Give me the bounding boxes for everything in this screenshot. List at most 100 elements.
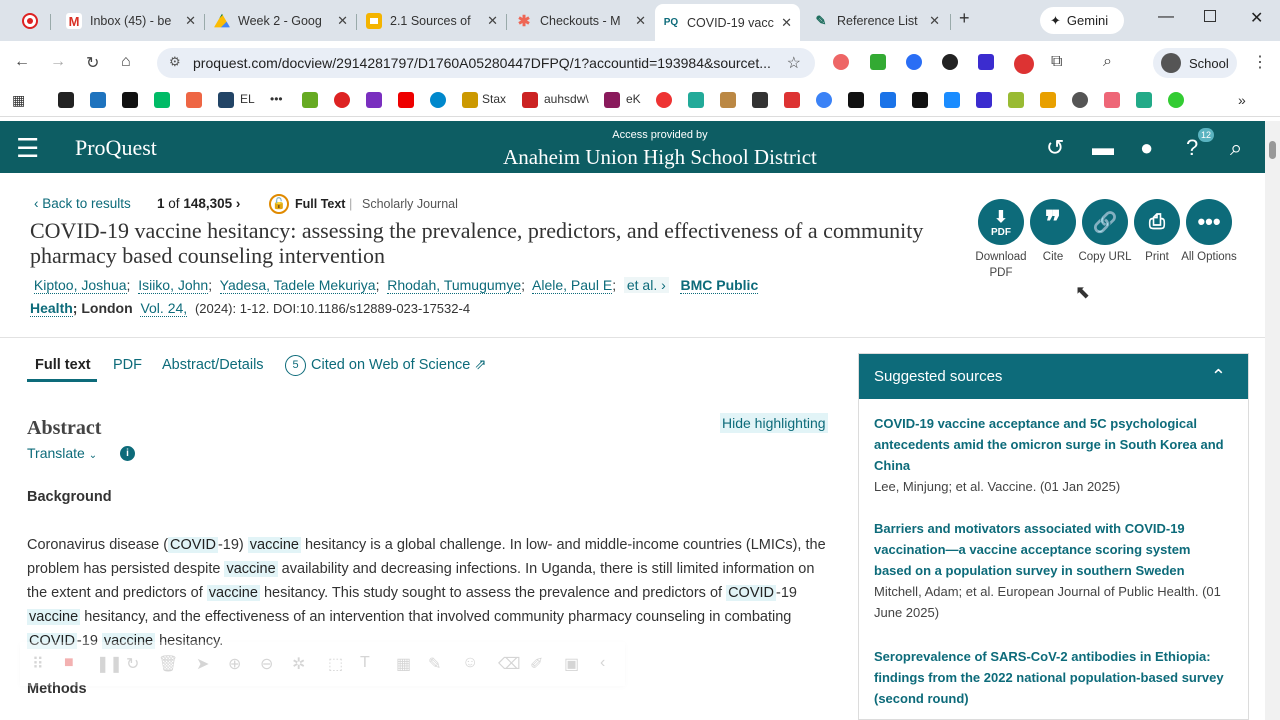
bookmark-icon[interactable] bbox=[688, 92, 704, 108]
bookmark-icon[interactable] bbox=[1008, 92, 1024, 108]
bookmark-icon[interactable] bbox=[880, 92, 896, 108]
extension-icon[interactable] bbox=[870, 54, 886, 70]
forward-icon[interactable]: → bbox=[50, 53, 66, 71]
reload-icon[interactable]: ↻ bbox=[86, 53, 99, 73]
author-link[interactable]: Isiiko, John bbox=[138, 277, 209, 294]
download-pdf-button[interactable]: ⬇ PDF bbox=[978, 199, 1024, 245]
et-al-link[interactable]: et al. › bbox=[623, 277, 669, 293]
tab-recording[interactable] bbox=[14, 6, 50, 36]
tab-inbox[interactable]: M Inbox (45) - be ✕ bbox=[58, 6, 204, 36]
pointer-icon[interactable]: ➤ bbox=[196, 654, 209, 674]
tab-abstract-details[interactable]: Abstract/Details bbox=[162, 357, 264, 373]
close-tab-icon[interactable]: ✕ bbox=[185, 13, 196, 29]
gemini-button[interactable]: ✦ Gemini bbox=[1040, 7, 1124, 34]
drag-handle-icon[interactable]: ⠿ bbox=[32, 654, 44, 674]
next-result-icon[interactable]: › bbox=[236, 196, 241, 211]
tab-covid-active[interactable]: PQ COVID-19 vacc ✕ bbox=[655, 4, 800, 41]
bookmark-icon[interactable] bbox=[1040, 92, 1056, 108]
bookmark-star-icon[interactable]: ☆ bbox=[787, 53, 801, 73]
bookmark-icon[interactable] bbox=[218, 92, 234, 108]
back-icon[interactable]: ← bbox=[14, 53, 30, 71]
close-window-icon[interactable]: ✕ bbox=[1250, 8, 1263, 28]
camera-icon[interactable]: ▣ bbox=[564, 654, 579, 674]
new-tab-icon[interactable]: + bbox=[959, 8, 970, 29]
cite-button[interactable]: ❞ bbox=[1030, 199, 1076, 245]
bookmark-icon[interactable] bbox=[154, 92, 170, 108]
tab-full-text[interactable]: Full text bbox=[35, 357, 91, 373]
close-tab-icon[interactable]: ✕ bbox=[781, 15, 792, 31]
page-scrollbar[interactable] bbox=[1265, 121, 1280, 720]
trash-icon[interactable]: 🗑 bbox=[158, 654, 178, 674]
collapse-icon[interactable]: ‹ bbox=[600, 654, 605, 672]
translate-dropdown[interactable]: Translate ⌄ bbox=[27, 445, 97, 461]
tab-reference[interactable]: ✎ Reference List ✕ bbox=[805, 6, 948, 36]
coupon-extension-icon[interactable] bbox=[1014, 54, 1034, 74]
bookmark-auhsdw[interactable]: auhsdw\ bbox=[544, 92, 589, 106]
bookmark-icon[interactable] bbox=[976, 92, 992, 108]
tab-cited-wos[interactable]: Cited on Web of Science ⇗ bbox=[311, 357, 487, 373]
history-icon[interactable]: ↺ bbox=[1046, 135, 1064, 161]
bookmark-icon[interactable] bbox=[90, 92, 106, 108]
bookmark-icon[interactable] bbox=[656, 92, 672, 108]
folder-icon[interactable]: ▬ bbox=[1092, 135, 1114, 161]
search-icon[interactable]: ⌕ bbox=[1230, 135, 1242, 161]
stop-icon[interactable]: ■ bbox=[64, 654, 74, 672]
all-options-button[interactable]: ••• bbox=[1186, 199, 1232, 245]
bookmark-icon[interactable] bbox=[1168, 92, 1184, 108]
restore-icon[interactable] bbox=[1204, 10, 1216, 22]
bookmark-icon[interactable] bbox=[604, 92, 620, 108]
close-tab-icon[interactable]: ✕ bbox=[337, 13, 348, 29]
tab-search-icon[interactable]: ⌕ bbox=[1103, 53, 1112, 71]
more-bookmarks-icon[interactable]: » bbox=[1238, 92, 1246, 108]
bookmark-icon[interactable] bbox=[720, 92, 736, 108]
chevron-up-icon[interactable]: ⌃ bbox=[1211, 366, 1226, 387]
tab-checkouts[interactable]: ✱ Checkouts - M ✕ bbox=[508, 6, 654, 36]
info-icon[interactable]: i bbox=[120, 446, 135, 461]
zoom-extension-icon[interactable] bbox=[906, 54, 922, 70]
author-link[interactable]: Rhodah, Tumugumye bbox=[387, 277, 522, 294]
extension-icon[interactable] bbox=[833, 54, 849, 70]
bookmark-dots-icon[interactable]: ••• bbox=[270, 92, 283, 106]
bookmark-ek[interactable]: eK bbox=[626, 92, 641, 106]
extensions-puzzle-icon[interactable]: ⧉ bbox=[1051, 53, 1062, 71]
emoji-icon[interactable]: ☺ bbox=[462, 654, 478, 672]
bookmark-icon[interactable] bbox=[1072, 92, 1088, 108]
crop-icon[interactable]: ⬚ bbox=[328, 654, 343, 674]
bookmark-icon[interactable] bbox=[186, 92, 202, 108]
author-link[interactable]: Alele, Paul E bbox=[532, 277, 613, 294]
url-input[interactable]: ⚙ proquest.com/docview/2914281797/D1760A… bbox=[157, 48, 815, 78]
bookmark-icon[interactable] bbox=[752, 92, 768, 108]
home-icon[interactable]: ⌂ bbox=[121, 53, 131, 71]
bookmark-icon[interactable] bbox=[122, 92, 138, 108]
spotlight-icon[interactable]: ✲ bbox=[292, 654, 305, 674]
suggested-sources-header[interactable]: Suggested sources ⌃ bbox=[859, 354, 1248, 399]
maps-icon[interactable] bbox=[816, 92, 832, 108]
tab-pdf[interactable]: PDF bbox=[113, 357, 142, 373]
tab-week2[interactable]: Week 2 - Goog ✕ bbox=[206, 6, 356, 36]
close-tab-icon[interactable]: ✕ bbox=[635, 13, 646, 29]
pen-off-icon[interactable]: ✐ bbox=[530, 654, 543, 674]
bookmark-icon[interactable] bbox=[848, 92, 864, 108]
suggested-title-link[interactable]: COVID-19 vaccine acceptance and 5C psych… bbox=[874, 413, 1224, 476]
minimize-icon[interactable]: — bbox=[1158, 8, 1174, 26]
zoom-out-icon[interactable]: ⊖ bbox=[260, 654, 273, 674]
profile-button[interactable]: School bbox=[1153, 48, 1237, 78]
grid-icon[interactable]: ▦ bbox=[396, 654, 411, 674]
help-icon[interactable]: ? bbox=[1186, 135, 1198, 161]
bookmark-icon[interactable] bbox=[522, 92, 538, 108]
volume-link[interactable]: Vol. 24, bbox=[140, 300, 188, 317]
copy-url-button[interactable]: 🔗 bbox=[1082, 199, 1128, 245]
bookmark-stax[interactable]: Stax bbox=[482, 92, 506, 106]
suggested-title-link[interactable]: Barriers and motivators associated with … bbox=[874, 518, 1224, 581]
bookmark-icon[interactable] bbox=[430, 92, 446, 108]
journal-link[interactable]: BMC Public bbox=[680, 277, 759, 294]
suggested-title-link[interactable]: Seroprevalence of SARS-CoV-2 antibodies … bbox=[874, 646, 1224, 709]
bookmark-icon[interactable] bbox=[58, 92, 74, 108]
bookmark-icon[interactable] bbox=[784, 92, 800, 108]
text-icon[interactable]: T bbox=[360, 654, 370, 672]
apps-grid-icon[interactable]: ▦ bbox=[12, 92, 25, 109]
author-link[interactable]: Yadesa, Tadele Mekuriya bbox=[219, 277, 376, 294]
journal-link[interactable]: Health bbox=[30, 300, 73, 317]
close-tab-icon[interactable]: ✕ bbox=[929, 13, 940, 29]
bookmark-icon[interactable] bbox=[302, 92, 318, 108]
